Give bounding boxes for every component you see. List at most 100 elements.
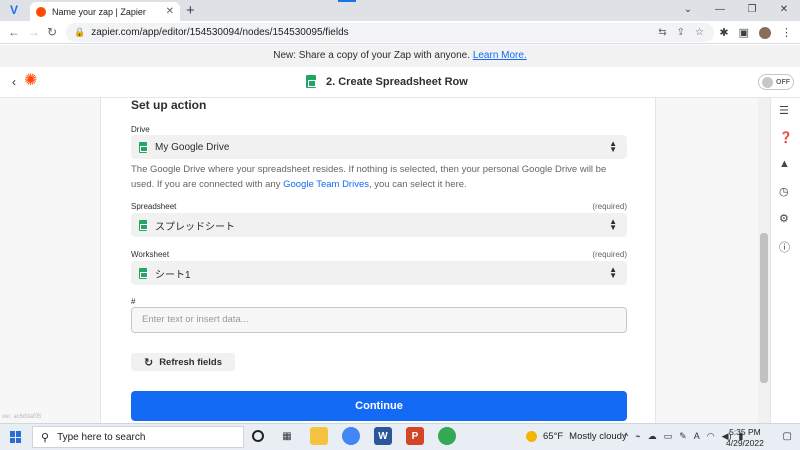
continue-button[interactable]: Continue (131, 391, 627, 421)
side-panel-icon[interactable]: ▣ (739, 26, 749, 39)
editor-canvas: Set up action Drive My Google Drive ▲ ▼ T… (0, 98, 758, 423)
drive-select[interactable]: My Google Drive ▲ ▼ (131, 135, 627, 159)
worksheet-required: (required) (592, 250, 627, 259)
refresh-fields-button[interactable]: ↻ Refresh fields (131, 353, 235, 371)
restore-button[interactable]: ❐ (736, 0, 768, 21)
network-icon[interactable]: ⌁ (635, 431, 640, 442)
zap-on-off-toggle[interactable]: OFF (758, 74, 794, 90)
drive-help-text: The Google Drive where your spreadsheet … (131, 162, 631, 192)
translate-icon[interactable]: ⇆ (658, 27, 666, 38)
select-arrows-icon: ▲ ▼ (609, 265, 617, 280)
worksheet-value: シート1 (155, 269, 191, 281)
bookmark-star-icon[interactable]: ☆ (695, 27, 704, 38)
extensions-icon[interactable]: ✱ (719, 26, 728, 39)
toolbar-actions: ✱ ▣ ⋮ (719, 26, 792, 39)
address-bar[interactable]: 🔒 zapier.com/app/editor/154530094/nodes/… (66, 23, 714, 42)
toggle-knob (762, 76, 773, 88)
hash-field-input[interactable]: Enter text or insert data... (131, 307, 627, 333)
taskbar-apps: ▦ W P (252, 427, 456, 445)
scrollbar-thumb[interactable] (760, 233, 768, 383)
download-indicator (338, 0, 356, 2)
worksheet-select[interactable]: シート1 ▲ ▼ (131, 261, 627, 285)
browser-tab-strip: V Name your zap | Zapier ✕ + ⌄ — ❐ ✕ (0, 0, 800, 21)
task-view-icon[interactable] (252, 430, 264, 442)
weather-icon (526, 431, 537, 442)
warning-icon[interactable]: ▲ (779, 158, 790, 170)
refresh-icon: ↻ (143, 356, 154, 369)
chrome-icon[interactable] (342, 427, 360, 445)
browser-tab[interactable]: Name your zap | Zapier ✕ (30, 2, 180, 21)
back-arrow-icon[interactable]: ← (8, 25, 20, 39)
drive-value: My Google Drive (155, 141, 230, 153)
url-text[interactable]: zapier.com/app/editor/154530094/nodes/15… (91, 27, 658, 38)
zapier-favicon-icon (36, 6, 46, 17)
settings-gear-icon[interactable]: ⚙ (779, 212, 789, 225)
menu-icon[interactable]: ⋮ (781, 26, 792, 39)
taskbar-search[interactable]: ⚲ Type here to search (32, 426, 244, 448)
version-label: ver. ac6ddaf05 (2, 414, 42, 420)
google-sheets-icon (139, 141, 148, 153)
learn-more-link[interactable]: Learn More. (473, 50, 527, 61)
notifications-icon[interactable]: ▢ (783, 431, 792, 442)
pen-icon[interactable]: ✎ (679, 431, 687, 442)
share-icon[interactable]: ⇪ (677, 27, 685, 38)
word-icon[interactable]: W (374, 427, 392, 445)
new-tab-button[interactable]: + (186, 2, 195, 19)
clock-date: 4/29/2022 (726, 438, 764, 448)
right-sidebar: ☰ ❓ ▲ ◷ ⚙ ⓘ (770, 98, 800, 423)
close-tab-icon[interactable]: ✕ (166, 6, 174, 17)
select-arrows-icon: ▲ ▼ (609, 139, 617, 154)
profile-avatar[interactable] (759, 26, 771, 39)
hash-field-label: # (131, 297, 136, 306)
spreadsheet-required: (required) (592, 202, 627, 211)
widgets-icon[interactable]: ▦ (278, 427, 296, 445)
lock-icon[interactable]: 🔒 (74, 27, 85, 38)
chrome-profile-icon[interactable] (438, 427, 456, 445)
spreadsheet-select[interactable]: スプレッドシート ▲ ▼ (131, 213, 627, 237)
announcement-banner: New: Share a copy of your Zap with anyon… (0, 45, 800, 67)
windows-taskbar: ⚲ Type here to search ▦ W P 65°F Mostly … (0, 423, 800, 450)
zapier-logo-icon[interactable]: ✺ (24, 73, 37, 89)
google-sheets-icon (139, 219, 148, 231)
cloud-icon[interactable]: ☁ (648, 431, 657, 442)
font-icon[interactable]: A (694, 431, 700, 442)
history-icon[interactable]: ◷ (779, 185, 789, 198)
search-icon: ⚲ (41, 431, 50, 444)
outline-icon[interactable]: ☰ (779, 104, 789, 117)
wifi-icon[interactable]: ◠ (707, 431, 715, 442)
tray-chevron-icon[interactable]: ^ (624, 431, 628, 442)
powerpoint-icon[interactable]: P (406, 427, 424, 445)
google-team-drives-link[interactable]: Google Team Drives (283, 179, 369, 190)
window-controls: ⌄ — ❐ ✕ (672, 0, 800, 21)
reload-icon[interactable]: ↻ (47, 25, 57, 39)
back-chevron-icon[interactable]: ‹ (12, 75, 16, 89)
weather-widget[interactable]: 65°F Mostly cloudy (526, 431, 627, 442)
spreadsheet-label: Spreadsheet (131, 202, 177, 211)
windows-start-icon[interactable] (10, 431, 22, 443)
action-setup-panel: Set up action Drive My Google Drive ▲ ▼ T… (100, 98, 656, 423)
weather-temp: 65°F (543, 431, 564, 442)
google-sheets-icon (306, 75, 316, 88)
info-icon[interactable]: ⓘ (779, 239, 790, 255)
display-icon[interactable]: ▭ (664, 431, 673, 442)
app-logo-icon[interactable]: V (10, 3, 24, 17)
step-title-text: 2. Create Spreadsheet Row (326, 75, 468, 88)
spreadsheet-value: スプレッドシート (155, 221, 235, 233)
help-icon[interactable]: ❓ (779, 131, 793, 144)
close-window-button[interactable]: ✕ (768, 0, 800, 21)
file-explorer-icon[interactable] (310, 427, 328, 445)
taskbar-clock[interactable]: 5:35 PM 4/29/2022 (726, 427, 764, 449)
zap-editor-header: ‹ ✺ 2. Create Spreadsheet Row OFF (0, 67, 800, 98)
page-scrollbar[interactable] (758, 98, 770, 423)
help-text-part-2: , you can select it here. (368, 179, 467, 190)
taskbar-search-placeholder: Type here to search (57, 431, 146, 443)
weather-desc: Mostly cloudy (569, 431, 627, 442)
clock-time: 5:35 PM (729, 427, 761, 437)
forward-arrow-icon[interactable]: → (28, 25, 40, 39)
tab-title: Name your zap | Zapier (52, 6, 146, 17)
tab-search-icon[interactable]: ⌄ (672, 0, 704, 21)
google-sheets-icon (139, 267, 148, 279)
browser-toolbar: ← → ↻ 🔒 zapier.com/app/editor/154530094/… (0, 21, 800, 44)
toggle-label: OFF (776, 78, 790, 86)
minimize-button[interactable]: — (704, 0, 736, 21)
